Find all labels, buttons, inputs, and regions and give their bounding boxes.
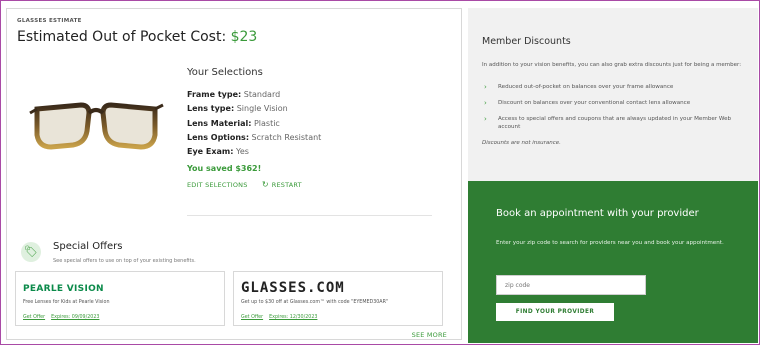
selection-value: Yes: [233, 147, 249, 157]
offer-card-glasses-com: GLASSES.COM Get up to $30 off at Glasses…: [233, 271, 443, 326]
offer-description: Free Lenses for Kids at Pearle Vision: [23, 300, 110, 305]
selection-key: Lens type:: [187, 104, 235, 114]
restart-icon: ↻: [261, 180, 269, 190]
glasses-image: [29, 102, 164, 150]
estimate-eyebrow: GLASSES ESTIMATE: [17, 18, 82, 24]
divider: [187, 215, 432, 216]
edit-selections-link[interactable]: EDIT SELECTIONS: [187, 181, 248, 189]
get-offer-link[interactable]: Get Offer: [23, 315, 45, 320]
selection-value: Plastic: [251, 118, 280, 128]
list-item: › Reduced out-of-pocket on balances over …: [482, 83, 754, 91]
title-prefix: Estimated Out of Pocket Cost:: [17, 29, 231, 45]
discount-disclaimer: Discounts are not insurance.: [482, 140, 561, 146]
offer-expiry: Expires: 12/30/2023: [269, 315, 318, 320]
selection-value: Scratch Resistant: [249, 132, 322, 142]
selections-title: Your Selections: [187, 67, 263, 78]
appointment-description: Enter your zip code to search for provid…: [496, 240, 724, 246]
appointment-title: Book an appointment with your provider: [496, 208, 699, 219]
selection-key: Eye Exam:: [187, 147, 234, 157]
savings-text: You saved $362!: [187, 164, 262, 174]
discount-text: Access to special offers and coupons tha…: [498, 116, 732, 130]
selection-key: Frame type:: [187, 90, 242, 99]
offer-description: Get up to $30 off at Glasses.com™ with c…: [241, 300, 389, 305]
discount-text: Reduced out-of-pocket on balances over y…: [498, 84, 674, 90]
member-discounts-panel: Member Discounts In addition to your vis…: [468, 8, 758, 181]
selection-value: Single Vision: [234, 104, 288, 114]
restart-label: RESTART: [271, 181, 302, 190]
selection-row: Frame type: Standard: [187, 88, 447, 102]
find-provider-button[interactable]: FIND YOUR PROVIDER: [496, 303, 614, 321]
pearle-vision-logo: PEARLE VISION: [23, 284, 104, 294]
estimated-price: $23: [230, 29, 258, 45]
chevron-right-icon: ›: [484, 99, 487, 107]
chevron-right-icon: ›: [484, 115, 487, 123]
selection-value: Standard: [241, 90, 281, 99]
page-title: Estimated Out of Pocket Cost: $23: [17, 29, 257, 45]
selection-row: Lens Options: Scratch Resistant: [187, 131, 447, 145]
offer-links: Get Offer Expires: 09/09/2023: [23, 315, 99, 320]
estimate-card: GLASSES ESTIMATE Estimated Out of Pocket…: [6, 8, 462, 340]
glasses-com-logo: GLASSES.COM: [241, 280, 345, 296]
offer-expiry: Expires: 09/09/2023: [51, 315, 100, 320]
restart-link[interactable]: ↻ RESTART: [261, 180, 302, 190]
selections-panel: Your Selections Frame type: Standard Len…: [187, 67, 447, 189]
zip-code-input[interactable]: [496, 275, 646, 295]
member-discounts-title: Member Discounts: [482, 36, 571, 47]
member-discounts-intro: In addition to your vision benefits, you…: [482, 62, 742, 68]
discount-list: › Reduced out-of-pocket on balances over …: [482, 83, 754, 139]
selection-key: Lens Material:: [187, 118, 252, 128]
appointment-panel: Book an appointment with your provider E…: [468, 181, 758, 343]
special-offers-title: Special Offers: [53, 241, 123, 252]
selection-row: Lens Material: Plastic: [187, 117, 447, 131]
chevron-right-icon: ›: [484, 83, 487, 91]
selection-actions: EDIT SELECTIONS ↻ RESTART: [187, 180, 447, 189]
offer-card-pearle: PEARLE VISION Free Lenses for Kids at Pe…: [15, 271, 225, 326]
offer-links: Get Offer Expires: 12/30/2023: [241, 315, 317, 320]
selection-row: Eye Exam: Yes: [187, 145, 447, 159]
selection-row: Lens type: Single Vision: [187, 102, 447, 116]
list-item: › Discount on balances over your conventi…: [482, 99, 754, 107]
tag-icon: 🏷: [21, 242, 41, 262]
selection-key: Lens Options:: [187, 132, 250, 142]
see-more-link[interactable]: SEE MORE: [412, 331, 447, 339]
get-offer-link[interactable]: Get Offer: [241, 315, 263, 320]
discount-text: Discount on balances over your conventio…: [498, 100, 691, 106]
list-item: › Access to special offers and coupons th…: [482, 115, 754, 131]
special-offers-subtitle: See special offers to use on top of your…: [53, 258, 196, 264]
